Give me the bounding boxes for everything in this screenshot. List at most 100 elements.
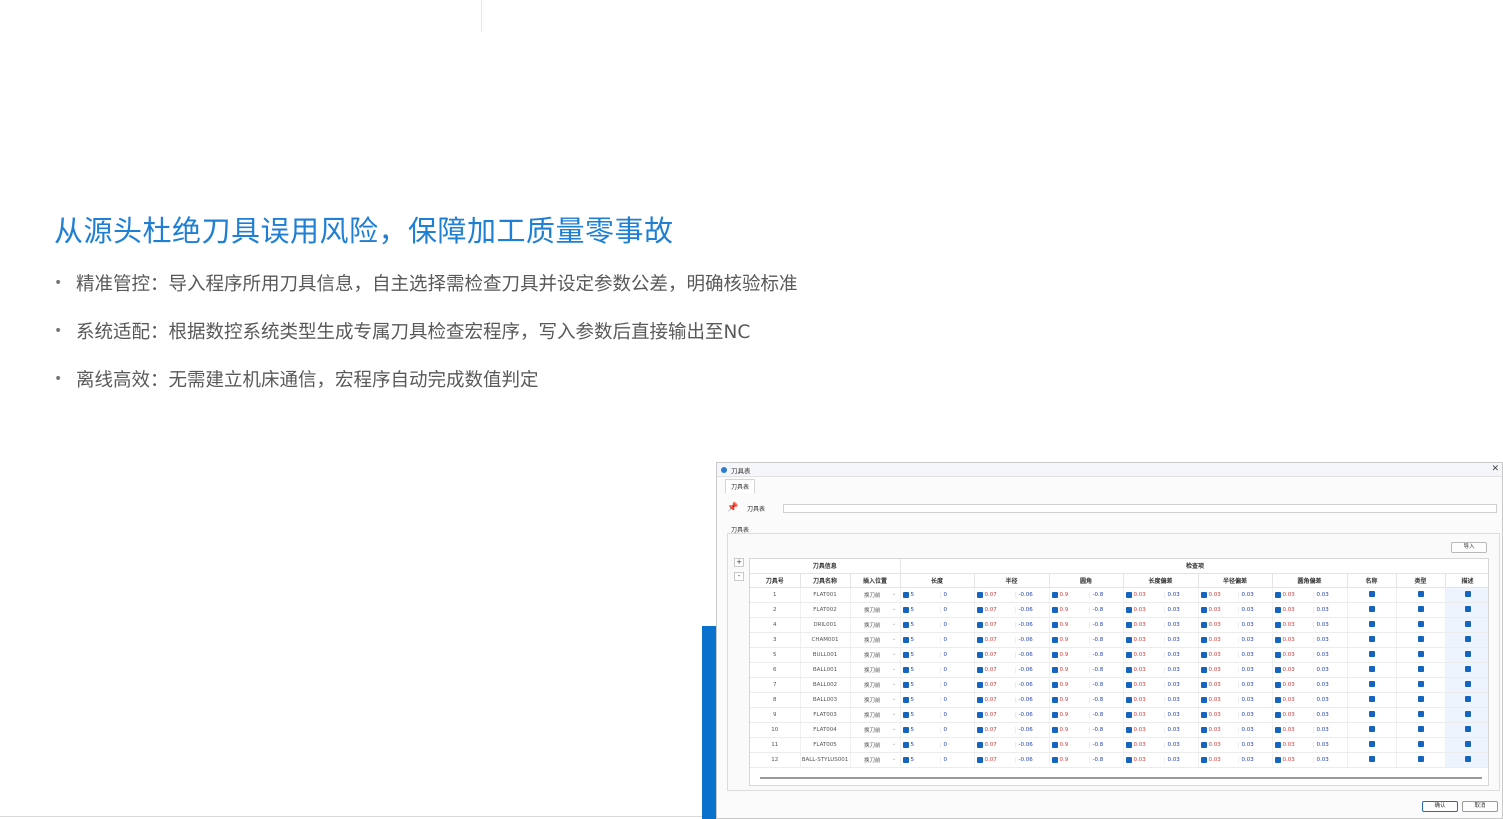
param-tolerance-field[interactable]: 0.03 — [1237, 591, 1272, 598]
checkbox-checked-icon[interactable] — [1368, 591, 1375, 598]
checkbox-checked-icon[interactable] — [1368, 666, 1375, 673]
param-tolerance-field[interactable]: 0.03 — [1163, 666, 1198, 673]
param-tolerance-field[interactable]: -0.8 — [1088, 741, 1123, 748]
param-tolerance-field[interactable]: -0.06 — [1014, 756, 1049, 763]
cancel-button[interactable]: 取消 — [1462, 801, 1498, 812]
param-tolerance-field[interactable]: 0.03 — [1163, 741, 1198, 748]
check-desc-cell[interactable] — [1445, 632, 1488, 648]
param-tolerance-field[interactable]: 0 — [939, 606, 974, 613]
param-tolerance-field[interactable]: -0.8 — [1088, 726, 1123, 733]
checkbox-checked-icon[interactable] — [1417, 681, 1424, 688]
param-tolerance-field[interactable]: -0.8 — [1088, 606, 1123, 613]
param-tolerance-field[interactable]: -0.8 — [1088, 621, 1123, 628]
param-value-field[interactable]: 0.03 — [1132, 757, 1164, 763]
checkbox-checked-icon[interactable] — [1464, 681, 1471, 688]
param-value-field[interactable]: 5 — [909, 667, 940, 673]
param-value-field[interactable]: 0.03 — [1207, 712, 1238, 718]
checkbox-checked-icon[interactable] — [1464, 726, 1471, 733]
column-header[interactable]: 刀具名称 — [800, 573, 851, 588]
check-name-cell[interactable] — [1347, 632, 1397, 648]
table-row[interactable]: 8 BALL003 换刀前 ⌄ 5 0 0.07 -0.06 0.9 -0.8 0.03 0.03 0.… — [750, 692, 1488, 708]
param-value-field[interactable]: 5 — [909, 742, 940, 748]
param-value-field[interactable]: 0.9 — [1058, 712, 1089, 718]
param-tolerance-field[interactable]: 0.03 — [1163, 711, 1198, 718]
checkbox-checked-icon[interactable] — [1417, 696, 1424, 703]
param-tolerance-field[interactable]: 0 — [939, 636, 974, 643]
path-input[interactable] — [783, 503, 1497, 513]
insert-position-select[interactable]: 换刀前 ⌄ — [850, 632, 901, 648]
param-value-field[interactable]: 5 — [909, 697, 940, 703]
checkbox-checked-icon[interactable] — [1368, 741, 1375, 748]
column-header[interactable]: 半径 — [974, 573, 1050, 588]
param-tolerance-field[interactable]: 0 — [939, 591, 974, 598]
param-tolerance-field[interactable]: 0 — [939, 621, 974, 628]
check-name-cell[interactable] — [1347, 602, 1397, 618]
param-tolerance-field[interactable]: 0.03 — [1237, 756, 1272, 763]
table-row[interactable]: 6 BALL001 换刀前 ⌄ 5 0 0.07 -0.06 0.9 -0.8 0.03 0.03 0.… — [750, 662, 1488, 678]
param-tolerance-field[interactable]: -0.8 — [1088, 696, 1123, 703]
param-tolerance-field[interactable]: 0.03 — [1237, 651, 1272, 658]
param-value-field[interactable]: 0.9 — [1058, 697, 1089, 703]
column-header[interactable]: 名称 — [1347, 573, 1397, 588]
param-tolerance-field[interactable]: 0.03 — [1312, 651, 1347, 658]
param-tolerance-field[interactable]: 0.03 — [1312, 696, 1347, 703]
checkbox-checked-icon[interactable] — [1417, 606, 1424, 613]
param-tolerance-field[interactable]: 0 — [939, 651, 974, 658]
param-value-field[interactable]: 5 — [909, 592, 940, 598]
check-name-cell[interactable] — [1347, 662, 1397, 678]
param-value-field[interactable]: 0.9 — [1058, 652, 1089, 658]
check-desc-cell[interactable] — [1445, 587, 1488, 603]
param-value-field[interactable]: 0.03 — [1207, 637, 1238, 643]
param-value-field[interactable]: 0.03 — [1132, 607, 1164, 613]
param-value-field[interactable]: 0.03 — [1132, 667, 1164, 673]
param-tolerance-field[interactable]: 0.03 — [1312, 591, 1347, 598]
check-name-cell[interactable] — [1347, 587, 1397, 603]
param-value-field[interactable]: 0.07 — [983, 682, 1015, 688]
param-value-field[interactable]: 0.07 — [983, 622, 1015, 628]
param-value-field[interactable]: 0.07 — [983, 667, 1015, 673]
param-value-field[interactable]: 0.03 — [1132, 682, 1164, 688]
param-value-field[interactable]: 0.9 — [1058, 637, 1089, 643]
check-desc-cell[interactable] — [1445, 737, 1488, 753]
check-name-cell[interactable] — [1347, 707, 1397, 723]
table-row[interactable]: 2 FLAT002 换刀前 ⌄ 5 0 0.07 -0.06 0.9 -0.8 0.03 0.03 0.… — [750, 602, 1488, 618]
column-header[interactable]: 圆角 — [1049, 573, 1124, 588]
check-name-cell[interactable] — [1347, 647, 1397, 663]
param-tolerance-field[interactable]: -0.8 — [1088, 756, 1123, 763]
table-row[interactable]: 12 BALL-STYLUS001 换刀前 ⌄ 5 0 0.07 -0.06 0.9 -0.8 0.… — [750, 752, 1488, 768]
table-row[interactable]: 3 CHAM001 换刀前 ⌄ 5 0 0.07 -0.06 0.9 -0.8 0.03 0.03 0.… — [750, 632, 1488, 648]
param-tolerance-field[interactable]: 0 — [939, 681, 974, 688]
table-row[interactable]: 5 BULL001 换刀前 ⌄ 5 0 0.07 -0.06 0.9 -0.8 0.03 0.03 0.… — [750, 647, 1488, 663]
param-value-field[interactable]: 0.03 — [1132, 592, 1164, 598]
checkbox-checked-icon[interactable] — [1464, 696, 1471, 703]
param-tolerance-field[interactable]: 0.03 — [1237, 741, 1272, 748]
param-tolerance-field[interactable]: -0.8 — [1088, 711, 1123, 718]
param-tolerance-field[interactable]: -0.06 — [1014, 636, 1049, 643]
param-value-field[interactable]: 5 — [909, 727, 940, 733]
param-value-field[interactable]: 0.03 — [1132, 742, 1164, 748]
checkbox-checked-icon[interactable] — [1464, 741, 1471, 748]
checkbox-checked-icon[interactable] — [1464, 636, 1471, 643]
param-tolerance-field[interactable]: 0.03 — [1312, 666, 1347, 673]
horizontal-scrollbar[interactable] — [760, 777, 1482, 779]
param-value-field[interactable]: 0.03 — [1132, 652, 1164, 658]
check-type-cell[interactable] — [1396, 707, 1446, 723]
tab-tool-table[interactable]: 刀具表 — [725, 479, 756, 493]
checkbox-checked-icon[interactable] — [1417, 666, 1424, 673]
insert-position-select[interactable]: 换刀前 ⌄ — [850, 722, 901, 738]
param-tolerance-field[interactable]: 0 — [939, 726, 974, 733]
param-value-field[interactable]: 0.03 — [1132, 622, 1164, 628]
param-tolerance-field[interactable]: 0 — [939, 756, 974, 763]
check-type-cell[interactable] — [1396, 752, 1446, 768]
param-tolerance-field[interactable]: -0.8 — [1088, 681, 1123, 688]
table-row[interactable]: 10 FLAT004 换刀前 ⌄ 5 0 0.07 -0.06 0.9 -0.8 0.03 0.03 0… — [750, 722, 1488, 738]
param-tolerance-field[interactable]: -0.8 — [1088, 591, 1123, 598]
column-header[interactable]: 类型 — [1396, 573, 1446, 588]
param-tolerance-field[interactable]: 0.03 — [1237, 666, 1272, 673]
param-tolerance-field[interactable]: 0.03 — [1163, 696, 1198, 703]
insert-position-select[interactable]: 换刀前 ⌄ — [850, 752, 901, 768]
param-tolerance-field[interactable]: 0.03 — [1312, 681, 1347, 688]
check-name-cell[interactable] — [1347, 752, 1397, 768]
param-value-field[interactable]: 0.03 — [1132, 727, 1164, 733]
param-tolerance-field[interactable]: -0.8 — [1088, 666, 1123, 673]
